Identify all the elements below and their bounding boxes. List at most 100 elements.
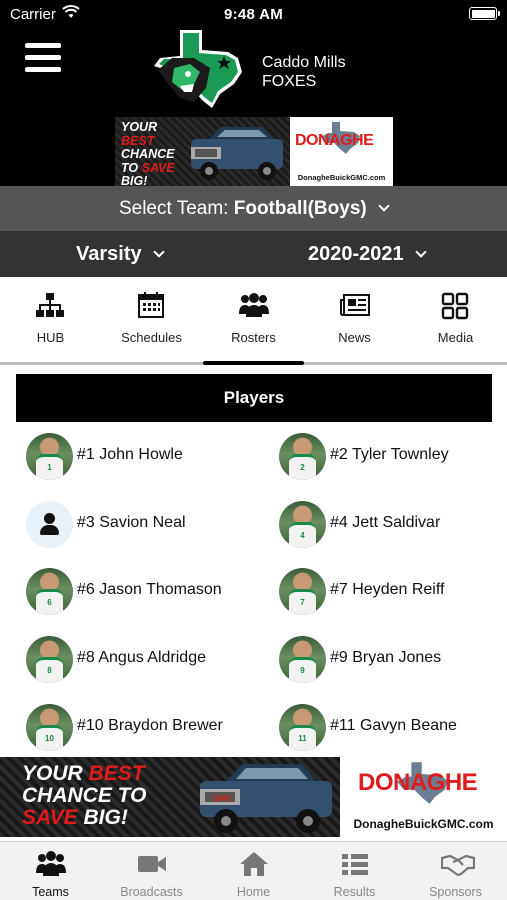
player-photo: 7 — [279, 568, 326, 615]
chevron-down-icon — [415, 246, 427, 258]
truck-image — [191, 127, 283, 180]
nav-item-news[interactable]: News — [304, 277, 405, 362]
nav-item-rosters[interactable]: Rosters — [203, 277, 304, 362]
tab-bar: Teams Broadcasts Home Results Sponsors — [0, 841, 507, 900]
player-row[interactable]: 2 #2 Tyler Townley — [279, 433, 507, 483]
video-camera-icon — [138, 856, 166, 872]
player-name: #3 Savion Neal — [77, 514, 186, 531]
team-selector[interactable]: Select Team: Football(Boys) — [0, 186, 507, 231]
level-value: Varsity — [76, 243, 142, 265]
school-title: Caddo Mills FOXES — [262, 53, 346, 91]
jersey-graphic: 8 — [36, 657, 63, 683]
player-row[interactable]: 6 #6 Jason Thomason — [26, 568, 266, 618]
menu-button[interactable] — [25, 43, 61, 73]
jersey-graphic: 4 — [289, 522, 316, 548]
ad-truck-panel: YOUR BEST CHANCE TO SAVE BIG! — [115, 117, 290, 186]
ad-brand-url: DonagheBuickGMC.com — [297, 173, 386, 182]
filter-bar: Varsity 2020-2021 — [0, 231, 507, 277]
team-selector-value: Football(Boys) — [233, 198, 367, 219]
grid-icon — [441, 292, 469, 320]
ad-slogan: YOUR BEST CHANCE TO SAVE BIG! — [121, 120, 175, 186]
season-value: 2020-2021 — [308, 243, 404, 265]
player-row[interactable]: #3 Savion Neal — [26, 501, 266, 551]
jersey-graphic: 2 — [289, 454, 316, 480]
players-header: Players — [16, 374, 492, 422]
tab-sponsors[interactable]: Sponsors — [405, 842, 506, 900]
school-name: Caddo Mills — [262, 54, 346, 71]
jersey-graphic: 7 — [289, 589, 316, 615]
jersey-graphic: 1 — [36, 454, 63, 480]
player-name: #9 Bryan Jones — [330, 649, 442, 666]
player-photo: 2 — [279, 433, 326, 480]
player-photo: 8 — [26, 636, 73, 683]
player-name: #10 Braydon Brewer — [77, 717, 223, 734]
jersey-number: 8 — [47, 666, 52, 675]
nav-active-indicator — [203, 361, 304, 365]
player-photo: 6 — [26, 568, 73, 615]
level-selector[interactable]: Varsity — [76, 231, 165, 277]
tab-label: Sponsors — [429, 885, 482, 899]
player-row[interactable]: 9 #9 Bryan Jones — [279, 636, 507, 686]
people-icon — [239, 293, 269, 317]
player-photo: 1 — [26, 433, 73, 480]
nav-item-label: Media — [437, 330, 474, 345]
player-name: #4 Jett Saldivar — [330, 514, 441, 531]
player-row[interactable]: 11 #11 Gavyn Beane — [279, 704, 507, 754]
player-photo: 4 — [279, 501, 326, 548]
ad-truck-panel: YOUR BEST CHANCE TO SAVE BIG! GMC — [0, 757, 340, 837]
tab-label: Broadcasts — [120, 885, 183, 899]
jersey-number: 1 — [47, 463, 52, 472]
section-nav: HUB Schedules Rosters News Media — [0, 277, 507, 362]
jersey-graphic: 6 — [36, 589, 63, 615]
player-name: #8 Angus Aldridge — [77, 649, 206, 666]
org-chart-icon — [36, 293, 64, 317]
player-row[interactable]: 8 #8 Angus Aldridge — [26, 636, 266, 686]
player-row[interactable]: 4 #4 Jett Saldivar — [279, 501, 507, 551]
tab-label: Home — [236, 885, 271, 899]
season-selector[interactable]: 2020-2021 — [308, 231, 427, 277]
team-icon — [36, 851, 66, 876]
player-row[interactable]: 7 #7 Heyden Reiff — [279, 568, 507, 618]
nav-item-label: News — [338, 330, 371, 345]
jersey-graphic: 9 — [289, 657, 316, 683]
jersey-number: 9 — [300, 666, 305, 675]
player-row[interactable]: 10 #10 Braydon Brewer — [26, 704, 266, 754]
jersey-number: 4 — [300, 531, 305, 540]
player-name: #11 Gavyn Beane — [330, 717, 457, 734]
status-bar: Carrier 9:48 AM — [0, 0, 507, 28]
nav-item-label: Schedules — [121, 330, 182, 345]
sponsor-banner-top[interactable]: YOUR BEST CHANCE TO SAVE BIG! DONAGHE Do… — [115, 117, 393, 186]
jersey-graphic: 11 — [289, 725, 316, 751]
home-icon — [240, 852, 268, 876]
sponsor-banner-bottom[interactable]: YOUR BEST CHANCE TO SAVE BIG! GMC DONAGH… — [0, 757, 507, 837]
player-photo: 9 — [279, 636, 326, 683]
player-row[interactable]: 1 #1 John Howle — [26, 433, 266, 483]
tab-home[interactable]: Home — [203, 842, 304, 900]
fox-texas-logo — [154, 30, 242, 108]
tab-teams[interactable]: Teams — [0, 842, 101, 900]
jersey-number: 11 — [298, 734, 307, 743]
ad-brand-name: DONAGHE — [295, 132, 374, 149]
nav-item-schedules[interactable]: Schedules — [101, 277, 202, 362]
clock: 9:48 AM — [223, 6, 284, 23]
tab-broadcasts[interactable]: Broadcasts — [101, 842, 202, 900]
truck-image: GMC — [200, 764, 332, 833]
tab-results[interactable]: Results — [304, 842, 405, 900]
school-mascot: FOXES — [262, 73, 317, 90]
ad-brand-panel: DONAGHE DonagheBuickGMC.com — [290, 117, 393, 186]
ad-brand-name: DONAGHE — [358, 769, 478, 796]
player-photo: 11 — [279, 704, 326, 751]
jersey-number: 7 — [300, 598, 305, 607]
tab-label: Results — [333, 885, 376, 899]
player-photo: 10 — [26, 704, 73, 751]
nav-item-media[interactable]: Media — [405, 277, 506, 362]
app-header: Carrier 9:48 AM Caddo Mills FOXES YOUR B… — [0, 0, 507, 186]
handshake-icon — [441, 854, 475, 876]
nav-item-hub[interactable]: HUB — [0, 277, 101, 362]
calendar-icon — [138, 292, 164, 318]
player-name: #7 Heyden Reiff — [330, 581, 445, 598]
team-selector-label: Select Team: — [118, 198, 229, 219]
ad-brand-url: DonagheBuickGMC.com — [353, 817, 494, 831]
svg-text:GMC: GMC — [213, 794, 232, 803]
nav-item-label: Rosters — [231, 330, 276, 345]
